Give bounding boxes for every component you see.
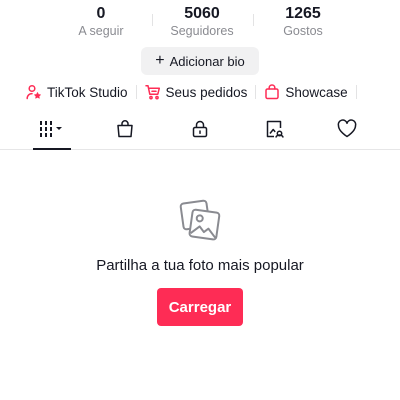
stat-followers[interactable]: 5060 Seguidores [152,4,252,39]
empty-state-message: Partilha a tua foto mais popular [96,257,304,274]
tagged-icon [265,119,285,144]
shortcut-tiktok-studio[interactable]: TikTok Studio [26,84,128,100]
shortcut-label: Showcase [285,84,348,100]
stat-following[interactable]: 0 A seguir [51,4,151,39]
shop-bag-icon [115,119,135,144]
stat-likes[interactable]: 1265 Gostos [253,4,353,39]
likes-label: Gostos [283,24,323,38]
profile-page: 0 A seguir 5060 Seguidores 1265 Gostos +… [0,0,400,400]
profile-stats: 0 A seguir 5060 Seguidores 1265 Gostos [51,4,353,40]
add-bio-button[interactable]: + Adicionar bio [141,47,259,75]
lock-icon [190,119,210,144]
shopping-bag-icon [264,84,280,100]
heart-icon [336,119,358,144]
following-label: A seguir [78,24,124,38]
tab-tagged[interactable] [248,114,302,149]
upload-button[interactable]: Carregar [157,288,243,326]
shortcut-label: Seus pedidos [165,84,248,100]
content-tabs [0,114,400,150]
plus-icon: + [155,52,165,69]
tab-videos[interactable] [33,114,87,150]
divider [135,85,137,99]
likes-count: 1265 [285,5,321,22]
cart-icon [144,84,161,100]
tab-shop[interactable] [98,114,152,149]
divider [355,85,357,99]
shortcuts-row: TikTok Studio Seus pedidos Showcase [26,82,370,102]
followers-count: 5060 [184,5,220,22]
shortcut-orders[interactable]: Seus pedidos [144,84,248,100]
divider [255,85,257,99]
shortcut-label: TikTok Studio [47,84,128,100]
tab-private[interactable] [173,114,227,149]
grid-icon [33,119,67,144]
photos-icon [178,198,222,242]
followers-label: Seguidores [170,24,234,38]
tab-liked[interactable] [320,114,374,149]
shortcut-showcase[interactable]: Showcase [264,84,348,100]
following-count: 0 [96,5,106,22]
person-star-icon [26,84,42,100]
add-bio-label: Adicionar bio [169,53,245,69]
